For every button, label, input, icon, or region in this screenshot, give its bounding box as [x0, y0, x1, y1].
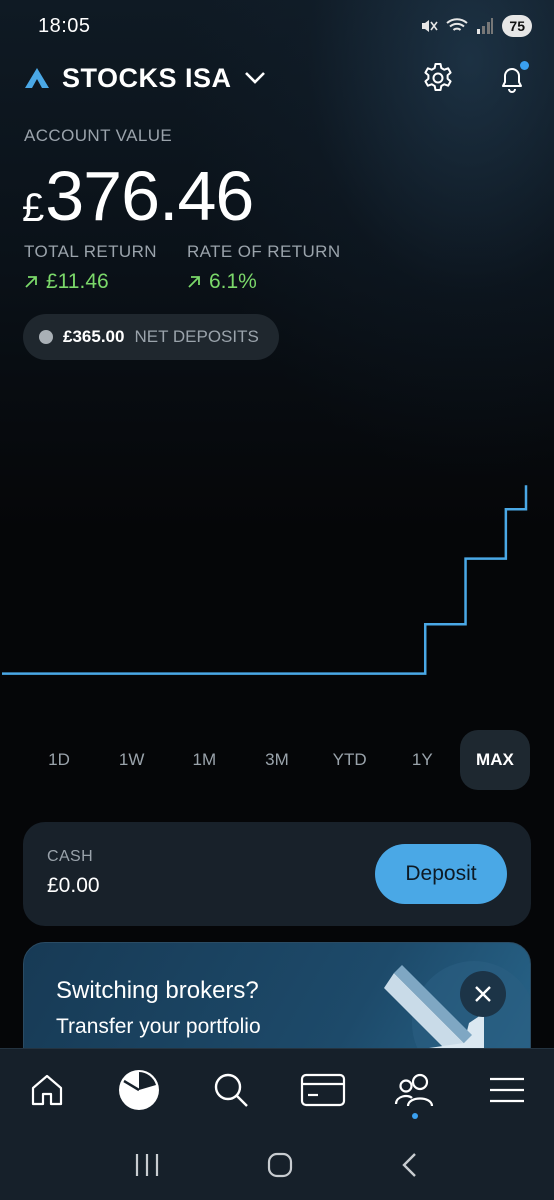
- nav-card[interactable]: [298, 1065, 348, 1115]
- rate-of-return-label: RATE OF RETURN: [186, 242, 341, 261]
- promo-subtitle: Transfer your portfolio: [56, 1015, 261, 1038]
- chevron-down-icon[interactable]: [244, 71, 266, 85]
- nav-community[interactable]: [390, 1065, 440, 1119]
- nav-search[interactable]: [206, 1065, 256, 1115]
- net-deposits-label: NET DEPOSITS: [134, 327, 259, 346]
- recent-apps-icon[interactable]: [133, 1152, 161, 1178]
- promo-title: Switching brokers?: [56, 977, 259, 1004]
- signal-icon: [477, 18, 494, 34]
- mute-icon: [422, 20, 439, 32]
- rate-of-return: RATE OF RETURN 6.1%: [187, 242, 341, 294]
- wifi-icon: [446, 18, 469, 31]
- settings-button[interactable]: [420, 60, 456, 96]
- close-icon: [475, 986, 491, 1002]
- promo-close-button[interactable]: [460, 971, 506, 1017]
- notifications-button[interactable]: [494, 60, 530, 96]
- status-time: 18:05: [38, 14, 91, 37]
- returns-row: TOTAL RETURN £11.46 RATE OF RETURN 6.1%: [24, 242, 341, 294]
- notification-dot: [520, 61, 529, 70]
- arrow-up-right-icon: [25, 276, 37, 288]
- account-value-label: ACCOUNT VALUE: [24, 126, 173, 145]
- total-return-value: £11.46: [46, 270, 109, 293]
- timeframe-selector: 1D 1W 1M 3M YTD 1Y MAX: [24, 730, 530, 790]
- net-deposits-amount: £365.00: [63, 327, 125, 346]
- bottom-navigation: [0, 1048, 554, 1130]
- transfer-arrow-illustration: [384, 961, 530, 1063]
- net-deposits-pill[interactable]: £365.00 NET DEPOSITS: [23, 314, 279, 360]
- nav-menu[interactable]: [482, 1065, 532, 1115]
- menu-icon: [490, 1077, 524, 1102]
- total-return-value-row: £11.46: [24, 270, 157, 294]
- total-return: TOTAL RETURN £11.46: [24, 242, 157, 294]
- system-navigation-bar: [0, 1130, 554, 1200]
- header: STOCKS ISA: [24, 56, 530, 100]
- timeframe-1d[interactable]: 1D: [24, 730, 94, 790]
- home-circle-icon[interactable]: [266, 1151, 294, 1179]
- currency-symbol: £: [22, 186, 45, 230]
- net-deposits-dot: [39, 330, 53, 344]
- community-icon: [394, 1073, 434, 1106]
- battery-indicator: 75: [502, 15, 532, 37]
- rate-of-return-value-row: 6.1%: [187, 270, 341, 294]
- header-actions: [420, 60, 530, 96]
- timeframe-1m[interactable]: 1M: [169, 730, 239, 790]
- nav-portfolio[interactable]: [114, 1065, 164, 1115]
- portfolio-value-chart[interactable]: [0, 440, 554, 710]
- account-value-amount: 376.46: [45, 157, 254, 235]
- back-icon[interactable]: [399, 1151, 421, 1179]
- cash-card: CASH £0.00 Deposit: [23, 822, 531, 926]
- home-icon: [31, 1074, 63, 1105]
- timeframe-ytd[interactable]: YTD: [315, 730, 385, 790]
- nav-home[interactable]: [22, 1065, 72, 1115]
- timeframe-1w[interactable]: 1W: [97, 730, 167, 790]
- account-title[interactable]: STOCKS ISA: [62, 63, 232, 94]
- card-icon: [300, 1073, 346, 1106]
- timeframe-max[interactable]: MAX: [459, 730, 530, 790]
- portfolio-pie-icon: [119, 1069, 159, 1110]
- total-return-label: TOTAL RETURN: [24, 242, 157, 261]
- deposit-button[interactable]: Deposit: [375, 844, 507, 904]
- community-notification-dot: [412, 1112, 418, 1119]
- account-value: £ 376.46: [22, 156, 254, 236]
- arrow-up-right-icon: [188, 276, 200, 288]
- chart-series-line: [2, 485, 528, 675]
- brand-logo-icon: [25, 68, 49, 88]
- search-icon: [214, 1073, 248, 1107]
- timeframe-1y[interactable]: 1Y: [387, 730, 457, 790]
- gear-icon: [424, 63, 452, 91]
- status-bar: 18:05 75: [0, 0, 554, 52]
- status-icons: 75: [420, 15, 532, 37]
- rate-of-return-value: 6.1%: [208, 270, 257, 293]
- timeframe-3m[interactable]: 3M: [242, 730, 312, 790]
